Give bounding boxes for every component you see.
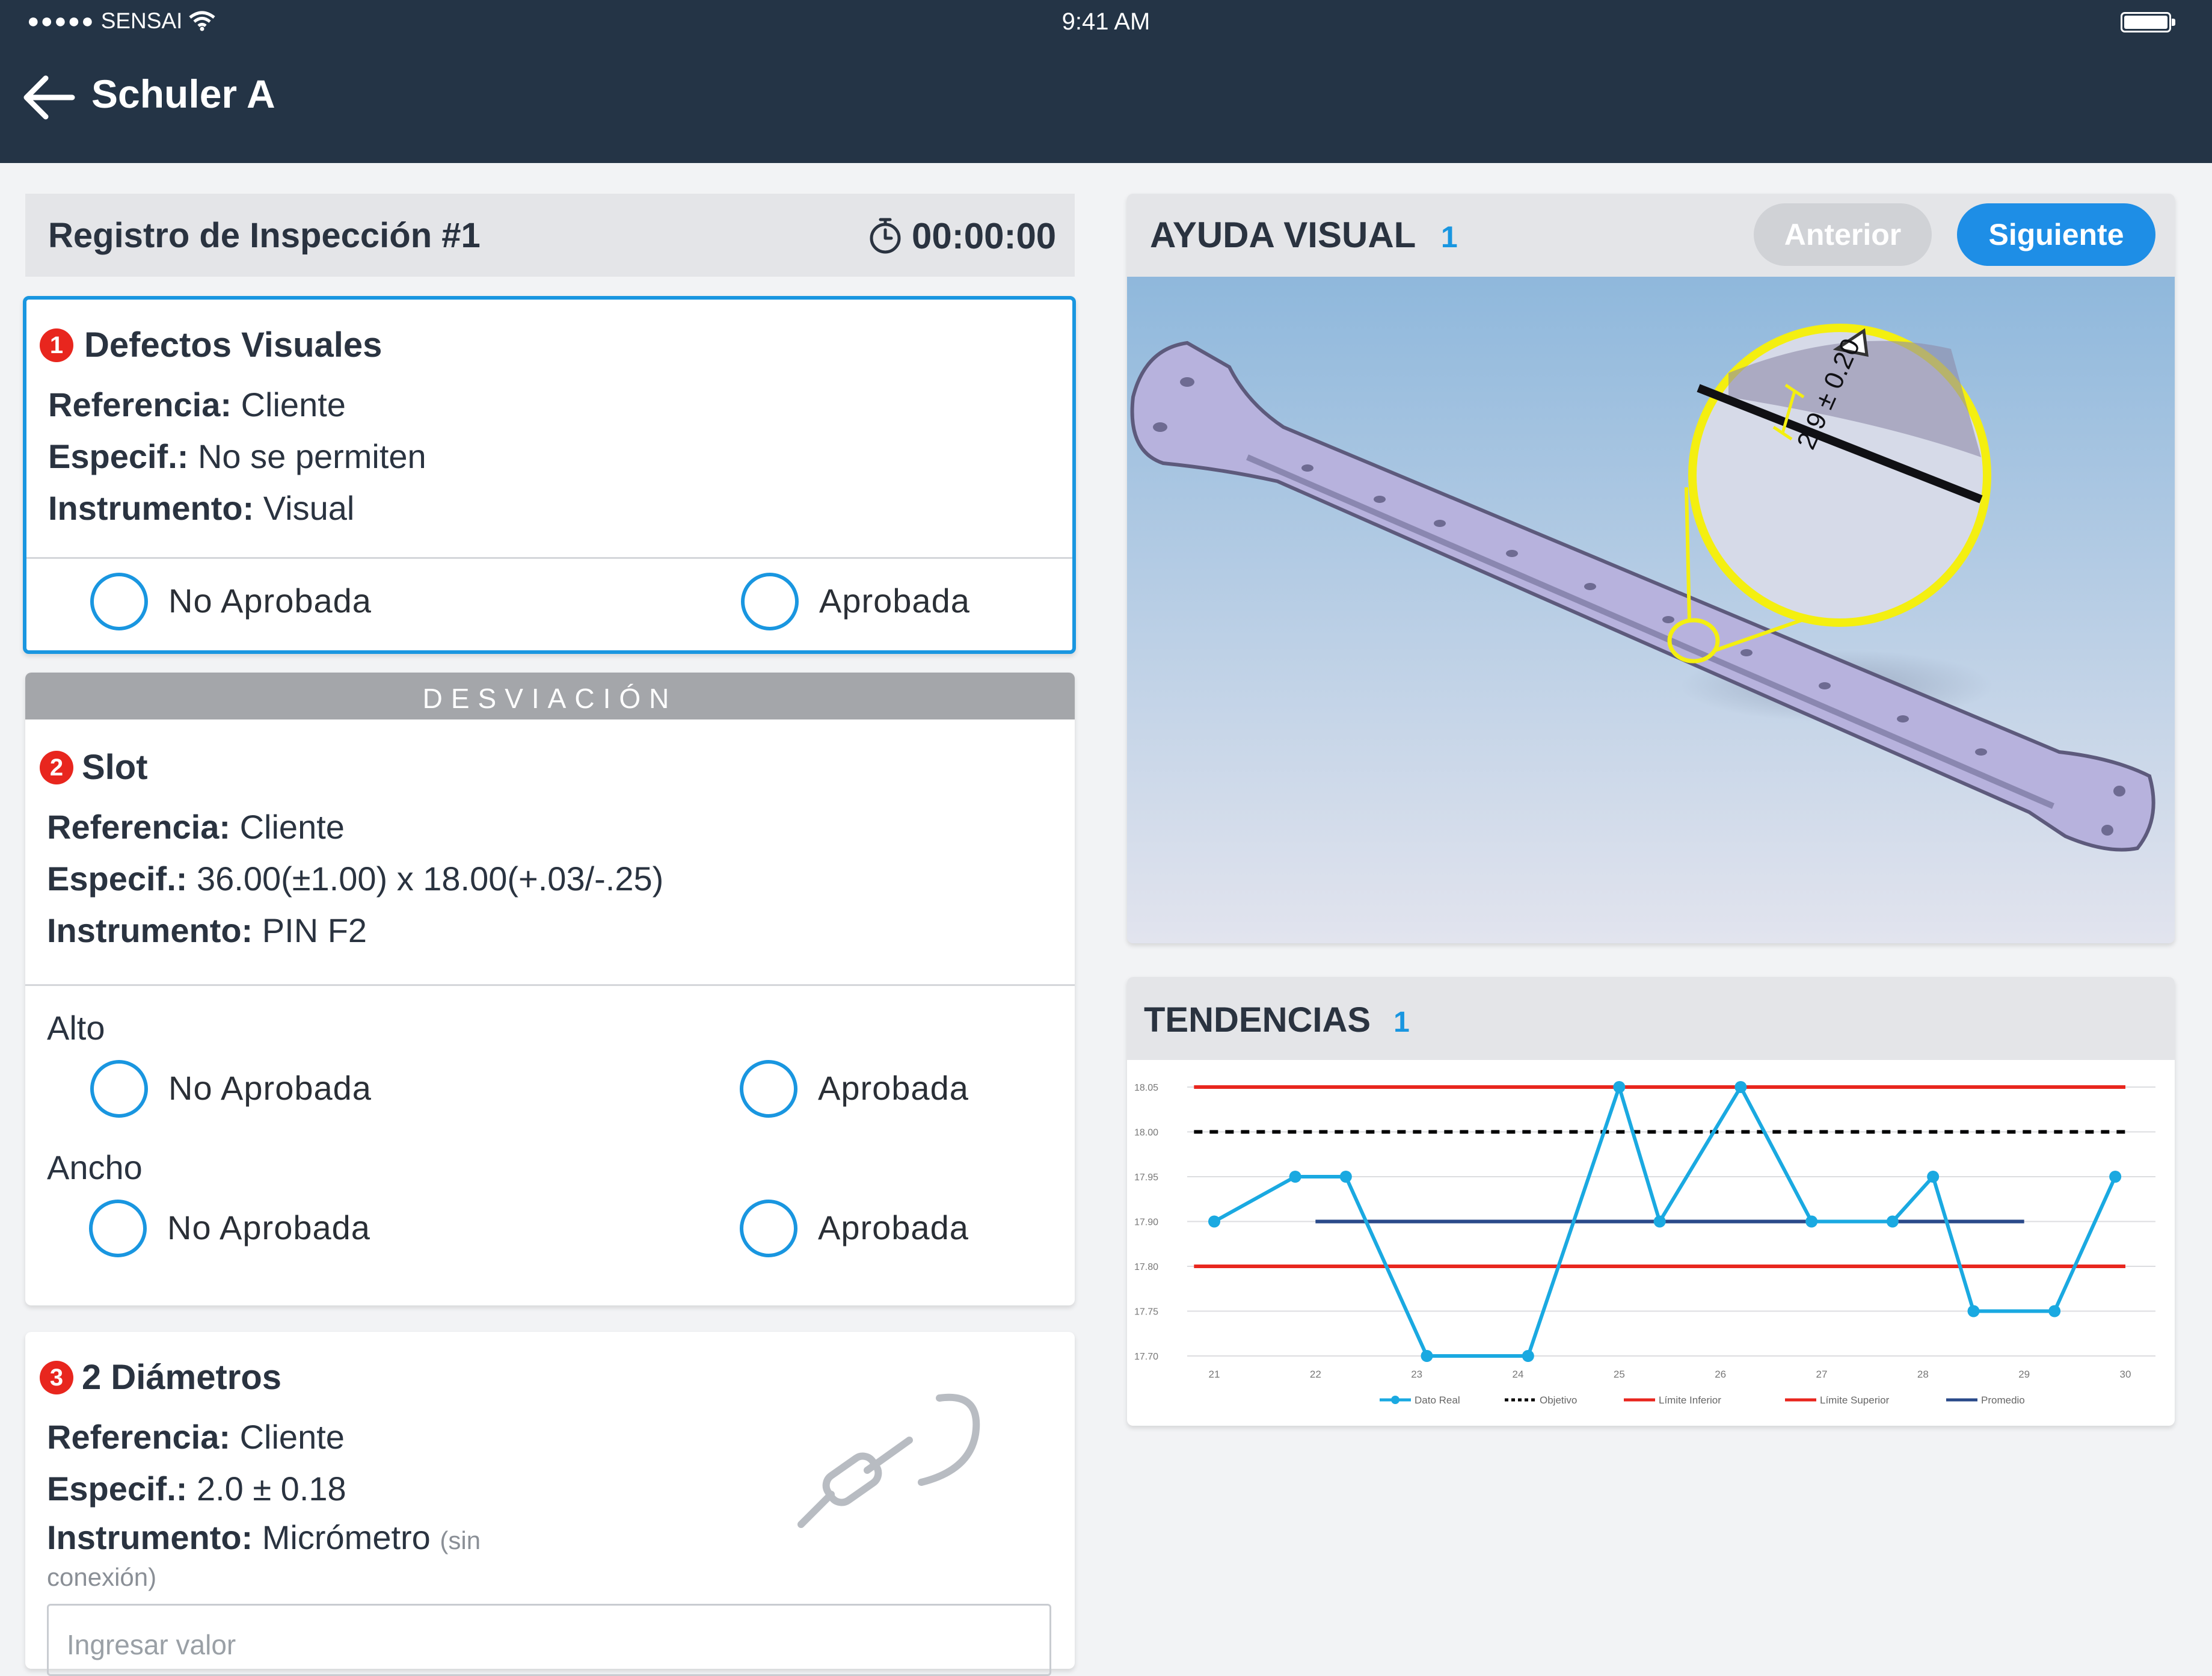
data-point	[2048, 1305, 2061, 1317]
spec-row: Especif.: No se permiten	[48, 437, 426, 475]
trends-title: TENDENCIAS 1	[1144, 1000, 1410, 1040]
reference-row: Referencia: Cliente	[48, 386, 346, 424]
spec-row: Especif.: 2.0 ± 0.18	[47, 1470, 346, 1508]
data-point	[1886, 1215, 1899, 1228]
alto-reject-radio[interactable]	[90, 1060, 148, 1118]
app-header: ●●●●● SENSAI 9:41 AM Schuler A	[0, 0, 2212, 163]
x-tick-label: 27	[1816, 1369, 1828, 1380]
instrument-row: Instrumento: Micrómetro (sin conexión)	[47, 1518, 481, 1592]
data-point	[1967, 1305, 1980, 1317]
inspection-item-slot: DESVIACIÓN 2 Slot Referencia: Cliente Es…	[25, 673, 1075, 1305]
page-title: Schuler A	[91, 72, 275, 116]
battery-icon	[2121, 12, 2175, 32]
legend-label: Promedio	[1981, 1394, 2025, 1406]
data-point	[1613, 1081, 1626, 1093]
reject-label[interactable]: No Aprobada	[168, 581, 372, 620]
y-tick-label: 18.00	[1134, 1128, 1158, 1138]
data-point	[1339, 1171, 1352, 1183]
reference-row: Referencia: Cliente	[47, 808, 345, 846]
part-drawing-image: 2.9 ± 0.20	[1127, 277, 2175, 943]
x-tick-label: 21	[1209, 1369, 1220, 1380]
spec-row: Especif.: 36.00(±1.00) x 18.00(+.03/-.25…	[47, 860, 664, 898]
instrument-row: Instrumento: PIN F2	[47, 911, 367, 949]
item-number-badge: 1	[40, 328, 73, 362]
visual-aid-panel: AYUDA VISUAL 1 Anterior Siguiente 2.9 ± …	[1127, 194, 2175, 943]
x-tick-label: 26	[1715, 1369, 1726, 1380]
reference-row: Referencia: Cliente	[47, 1418, 345, 1456]
back-arrow-icon[interactable]	[22, 73, 76, 122]
data-point	[1734, 1081, 1747, 1093]
data-point	[1805, 1215, 1818, 1228]
data-point	[1289, 1171, 1301, 1183]
approve-radio[interactable]	[741, 573, 799, 630]
data-point	[2109, 1171, 2122, 1183]
inspection-item-visual-defects: 1 Defectos Visuales Referencia: Cliente …	[23, 296, 1076, 654]
legend-label: Dato Real	[1415, 1394, 1460, 1406]
ancho-label: Ancho	[47, 1148, 143, 1186]
y-tick-label: 17.80	[1134, 1262, 1158, 1272]
y-tick-label: 17.90	[1134, 1218, 1158, 1228]
data-point	[1522, 1350, 1534, 1362]
visual-aid-count: 1	[1440, 220, 1458, 254]
trends-header: TENDENCIAS 1	[1127, 977, 2175, 1060]
x-tick-label: 25	[1614, 1369, 1625, 1380]
legend-label: Límite Superior	[1820, 1394, 1890, 1406]
inspection-title: Registro de Inspección #1	[48, 216, 481, 255]
timer-icon	[870, 218, 901, 254]
deviation-banner: DESVIACIÓN	[25, 673, 1075, 719]
y-tick-label: 18.05	[1134, 1083, 1158, 1093]
ancho-approve-radio[interactable]	[740, 1200, 797, 1257]
legend-marker	[1391, 1396, 1399, 1404]
x-tick-label: 23	[1411, 1369, 1422, 1380]
instrument-row: Instrumento: Visual	[48, 489, 355, 527]
data-point	[1208, 1215, 1220, 1228]
ancho-reject-label[interactable]: No Aprobada	[167, 1208, 370, 1247]
inspection-header: Registro de Inspección #1 00:00:00	[25, 194, 1075, 277]
item-title: Slot	[82, 748, 148, 787]
alto-label: Alto	[47, 1009, 105, 1047]
visual-aid-title: AYUDA VISUAL 1	[1150, 215, 1458, 255]
x-tick-label: 29	[2018, 1369, 2030, 1380]
prev-button[interactable]: Anterior	[1754, 203, 1932, 266]
ancho-reject-radio[interactable]	[89, 1200, 147, 1257]
data-point	[1653, 1215, 1666, 1228]
inspection-item-diameters: 3 2 Diámetros Referencia: Cliente Especi…	[25, 1332, 1075, 1676]
divider	[25, 984, 1075, 986]
item-number-badge: 3	[40, 1361, 73, 1394]
legend-label: Objetivo	[1540, 1394, 1577, 1406]
input-placeholder: Ingresar valor	[67, 1629, 236, 1660]
status-bar-time: 9:41 AM	[1061, 8, 1151, 35]
alto-approve-label[interactable]: Aprobada	[818, 1068, 969, 1108]
timer-value: 00:00:00	[912, 216, 1057, 256]
data-point	[1927, 1171, 1940, 1183]
legend-label: Límite Inferior	[1659, 1394, 1721, 1406]
trends-panel: TENDENCIAS 1 17.70 17.75 17.80 17.90 17.95 18…	[1127, 977, 2175, 1426]
y-tick-label: 17.75	[1134, 1307, 1158, 1317]
trend-chart: 17.70 17.75 17.80 17.90 17.95 18.00 18.05 21 22 2…	[1134, 1081, 2155, 1406]
next-button[interactable]: Siguiente	[1957, 203, 2155, 266]
approve-label[interactable]: Aprobada	[819, 581, 970, 620]
item-title: Defectos Visuales	[84, 325, 382, 365]
divider	[26, 557, 1072, 559]
micrometer-icon	[797, 1393, 980, 1528]
data-point	[1421, 1350, 1433, 1362]
measurement-input[interactable]: Ingresar valor	[47, 1604, 1051, 1676]
item-title: 2 Diámetros	[82, 1358, 282, 1397]
x-tick-label: 30	[2120, 1369, 2131, 1380]
item-number-badge: 2	[40, 751, 73, 784]
x-tick-label: 28	[1917, 1369, 1929, 1380]
ancho-approve-label[interactable]: Aprobada	[818, 1208, 969, 1247]
alto-reject-label[interactable]: No Aprobada	[168, 1068, 372, 1108]
x-tick-label: 22	[1310, 1369, 1321, 1380]
alto-approve-radio[interactable]	[740, 1060, 797, 1118]
x-tick-label: 24	[1513, 1369, 1524, 1380]
trends-count: 1	[1393, 1006, 1410, 1038]
y-tick-label: 17.70	[1134, 1352, 1158, 1362]
reject-radio[interactable]	[90, 573, 148, 630]
y-tick-label: 17.95	[1134, 1172, 1158, 1183]
